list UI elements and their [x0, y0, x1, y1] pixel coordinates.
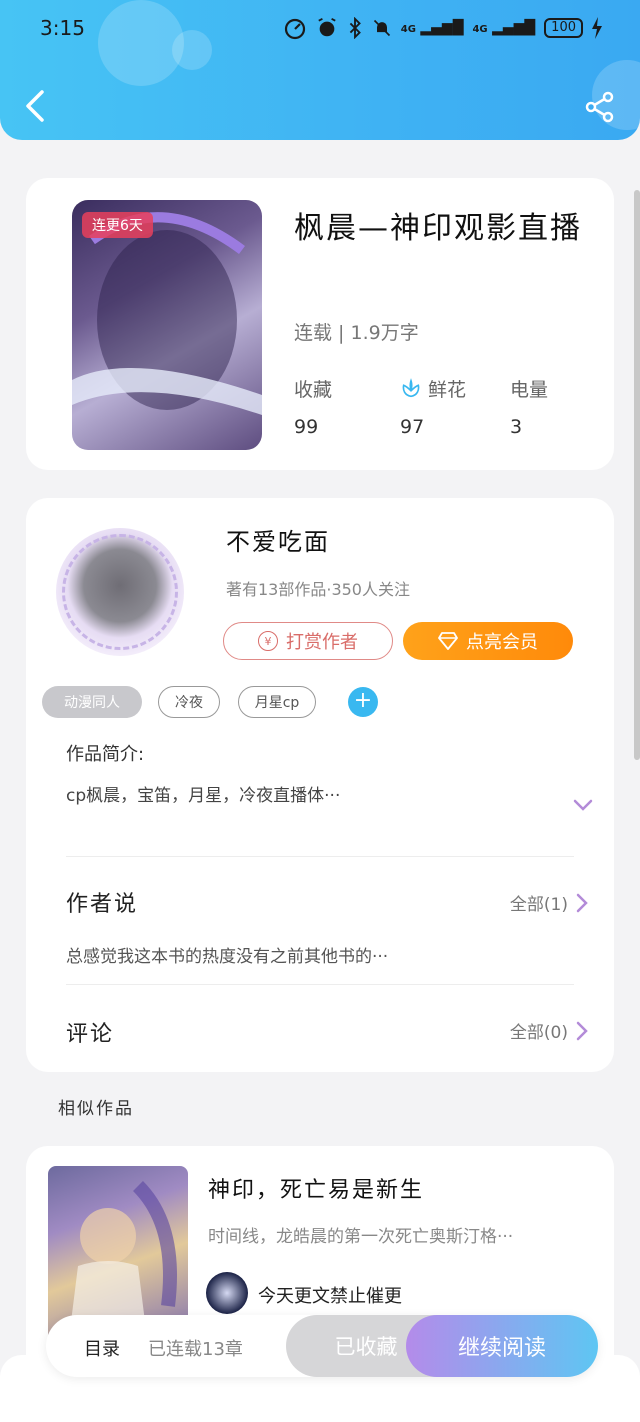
- reward-author-button[interactable]: ¥ 打赏作者: [223, 622, 393, 660]
- book-info-card: 连更6天 枫晨—神印观影直播 连载 | 1.9万字 收藏 99 鲜花 97 电量…: [26, 178, 614, 470]
- chevron-right-icon: [576, 1021, 588, 1040]
- intro-text: cp枫晨，宝笛，月星，冷夜直播体···: [66, 786, 341, 806]
- comments-title: 评论: [66, 1022, 115, 1047]
- author-note-text[interactable]: 总感觉我这本书的热度没有之前其他书的···: [66, 942, 388, 967]
- network-indicator-1: 4G ▂▄▆█: [400, 20, 464, 36]
- author-name[interactable]: 不爱吃面: [226, 522, 330, 557]
- alarm-icon: [318, 18, 336, 37]
- update-streak-badge: 连更6天: [82, 212, 153, 238]
- similar-work-desc: 时间线，龙皓晨的第一次死亡奥斯汀格···: [208, 1227, 514, 1247]
- speedometer-icon: [284, 18, 305, 40]
- chevron-right-icon: [576, 893, 588, 912]
- activate-vip-label: 点亮会员: [466, 632, 538, 653]
- bottom-action-bar: 目录 已连载13章 已收藏 继续阅读: [46, 1315, 598, 1377]
- author-notes-all-label: 全部(1): [509, 895, 568, 915]
- comments-all-link[interactable]: 全部(0): [510, 1018, 588, 1043]
- author-notes-all-link[interactable]: 全部(1): [510, 890, 588, 915]
- stat-value-favorites: 99: [294, 416, 319, 438]
- avatar-frame: [62, 534, 178, 650]
- decor-bubble-small: [172, 30, 212, 70]
- app-header: 3:15 4G ▂▄▆█ 4G ▂▄▆█ 100: [0, 0, 640, 140]
- stat-flowers[interactable]: 鲜花: [400, 375, 466, 402]
- tag-pairing-1[interactable]: 冷夜: [158, 686, 220, 718]
- add-tag-button[interactable]: +: [348, 687, 378, 717]
- back-button[interactable]: [22, 88, 52, 124]
- similar-work-title: 神印，死亡易是新生: [208, 1178, 425, 1203]
- tag-category[interactable]: 动漫同人: [42, 686, 142, 718]
- share-button[interactable]: [584, 91, 616, 123]
- stat-label-flowers: 鲜花: [428, 379, 467, 401]
- chapter-count: 已连载13章: [148, 1339, 243, 1360]
- reward-author-label: 打赏作者: [286, 632, 358, 653]
- tag-pairing-2[interactable]: 月星cp: [238, 686, 316, 718]
- author-avatar[interactable]: [56, 528, 184, 656]
- book-cover[interactable]: 连更6天: [72, 200, 262, 450]
- decor-bubble: [98, 0, 184, 86]
- status-time: 3:15: [40, 16, 85, 40]
- stat-value-power: 3: [510, 416, 523, 438]
- comments-all-label: 全部(0): [509, 1023, 568, 1043]
- author-meta: 著有13部作品·350人关注: [226, 580, 410, 599]
- scrollbar[interactable]: [634, 190, 640, 760]
- status-icons: 4G ▂▄▆█ 4G ▂▄▆█ 100: [283, 16, 602, 40]
- book-title: 枫晨—神印观影直播: [294, 211, 582, 246]
- author-notes-title: 作者说: [66, 892, 139, 917]
- network-indicator-2: 4G ▂▄▆█: [472, 20, 536, 36]
- divider: [66, 856, 574, 857]
- author-card: 不爱吃面 著有13部作品·350人关注 ¥ 打赏作者 点亮会员 动漫同人 冷夜 …: [26, 498, 614, 1072]
- battery-indicator: 100: [544, 18, 583, 38]
- yen-icon: ¥: [258, 631, 278, 651]
- intro-label: 作品简介:: [66, 744, 145, 765]
- stat-label-power: 电量: [510, 379, 549, 401]
- table-of-contents-button[interactable]: 目录: [84, 1335, 120, 1361]
- similar-works-heading: 相似作品: [58, 1099, 134, 1119]
- charging-icon: [592, 17, 602, 39]
- continue-reading-button[interactable]: 继续阅读: [406, 1315, 598, 1377]
- flower-icon: [402, 377, 420, 397]
- expand-chevron-icon[interactable]: [572, 794, 594, 816]
- similar-author-avatar: [206, 1272, 248, 1314]
- divider: [66, 984, 574, 985]
- activate-vip-button[interactable]: 点亮会员: [403, 622, 573, 660]
- stat-label-favorites: 收藏: [294, 379, 333, 401]
- bluetooth-icon: [349, 17, 361, 39]
- similar-work-note: 今天更文禁止催更: [258, 1286, 402, 1307]
- book-status-meta: 连载 | 1.9万字: [294, 322, 419, 344]
- stat-value-flowers: 97: [400, 416, 425, 438]
- mute-bell-icon: [373, 19, 390, 37]
- diamond-icon: [438, 632, 458, 650]
